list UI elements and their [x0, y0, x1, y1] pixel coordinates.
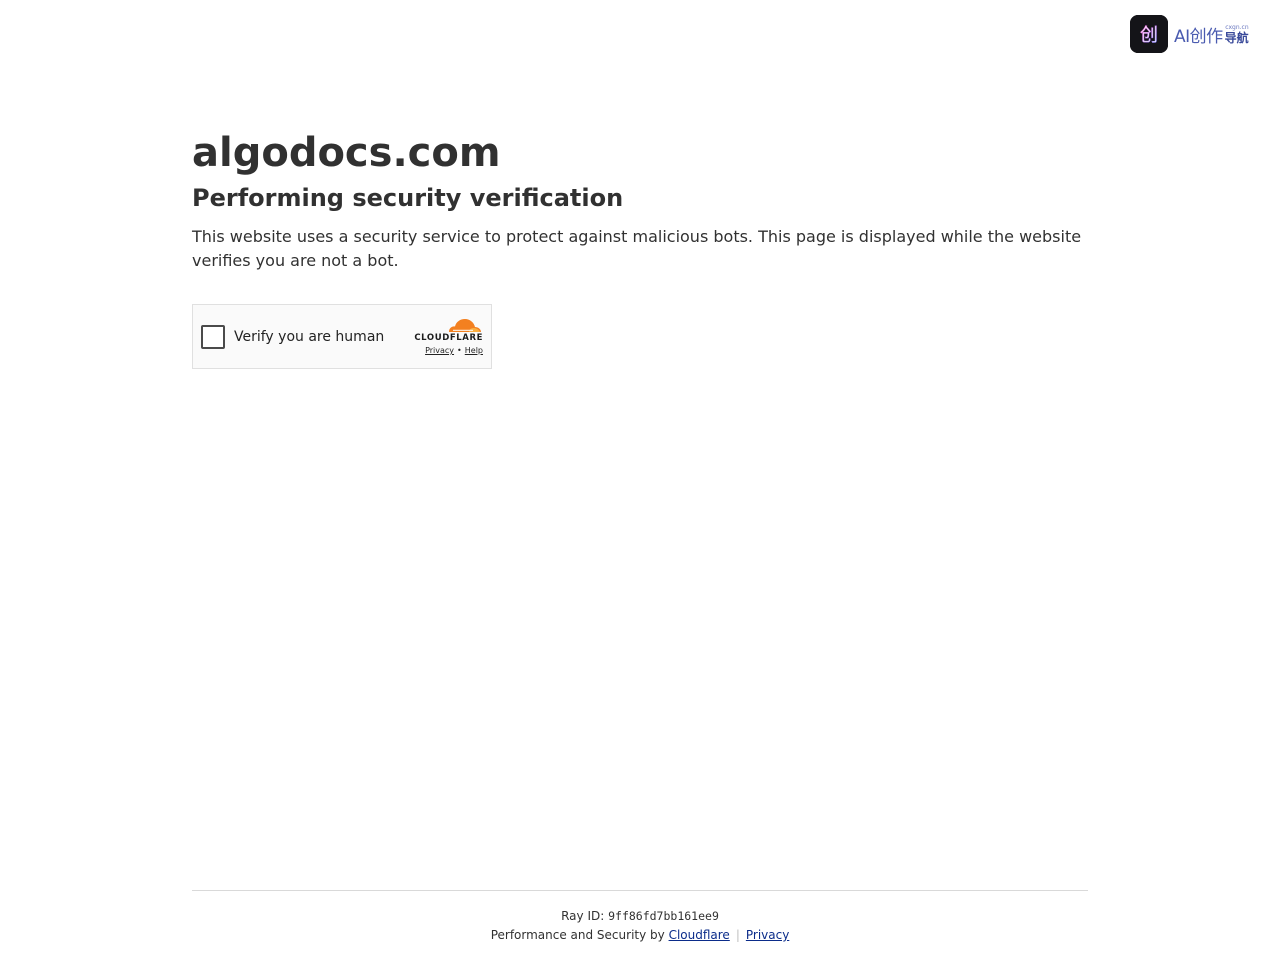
site-name: algodocs.com [192, 130, 501, 176]
footer: Ray ID: 9ff86fd7bb161ee9 Performance and… [192, 907, 1088, 944]
brand-side: cxgn.cn 导航 [1224, 23, 1249, 45]
widget-help-link[interactable]: Help [465, 346, 483, 355]
brand-domain: cxgn.cn [1225, 23, 1249, 31]
main-content: algodocs.com Performing security verific… [192, 128, 1088, 273]
footer-privacy-link[interactable]: Privacy [746, 928, 789, 942]
widget-links: Privacy • Help [425, 346, 483, 356]
performance-text: Performance and Security by [490, 928, 669, 942]
verification-widget: Verify you are human CLOUDFLARE Privacy •… [192, 304, 492, 369]
page-title: Performing security verification [192, 184, 624, 212]
ray-id: Ray ID: 9ff86fd7bb161ee9 [192, 907, 1088, 925]
widget-link-separator: • [457, 346, 462, 355]
verify-checkbox[interactable] [201, 324, 225, 349]
brand-title: AI创作 [1174, 26, 1223, 47]
cloudflare-cloud-icon [449, 319, 481, 332]
ray-id-label: Ray ID: [561, 909, 609, 923]
cloudflare-link[interactable]: Cloudflare [669, 928, 730, 942]
footer-separator: | [735, 928, 740, 942]
cloudflare-brand: CLOUDFLARE Privacy • Help [407, 317, 483, 356]
cloudflare-wordmark: CLOUDFLARE [414, 333, 483, 343]
ray-id-value: 9ff86fd7bb161ee9 [608, 909, 719, 923]
page-description: This website uses a security service to … [192, 227, 1082, 270]
widget-privacy-link[interactable]: Privacy [425, 346, 454, 355]
brand-text: AI创作 cxgn.cn 导航 [1174, 22, 1249, 47]
brand-logo[interactable]: 创 AI创作 cxgn.cn 导航 [1130, 15, 1260, 53]
verify-label[interactable]: Verify you are human [234, 329, 384, 345]
brand-nav-label: 导航 [1224, 30, 1249, 45]
brand-mark-glyph: 创 [1140, 25, 1158, 46]
footer-divider [192, 890, 1088, 891]
brand-logo-icon: 创 [1130, 15, 1168, 53]
performance-line: Performance and Security by Cloudflare | P… [192, 926, 1088, 944]
challenge-page: 创 AI创作 cxgn.cn 导航 algodocs.com Performin… [0, 0, 1280, 960]
